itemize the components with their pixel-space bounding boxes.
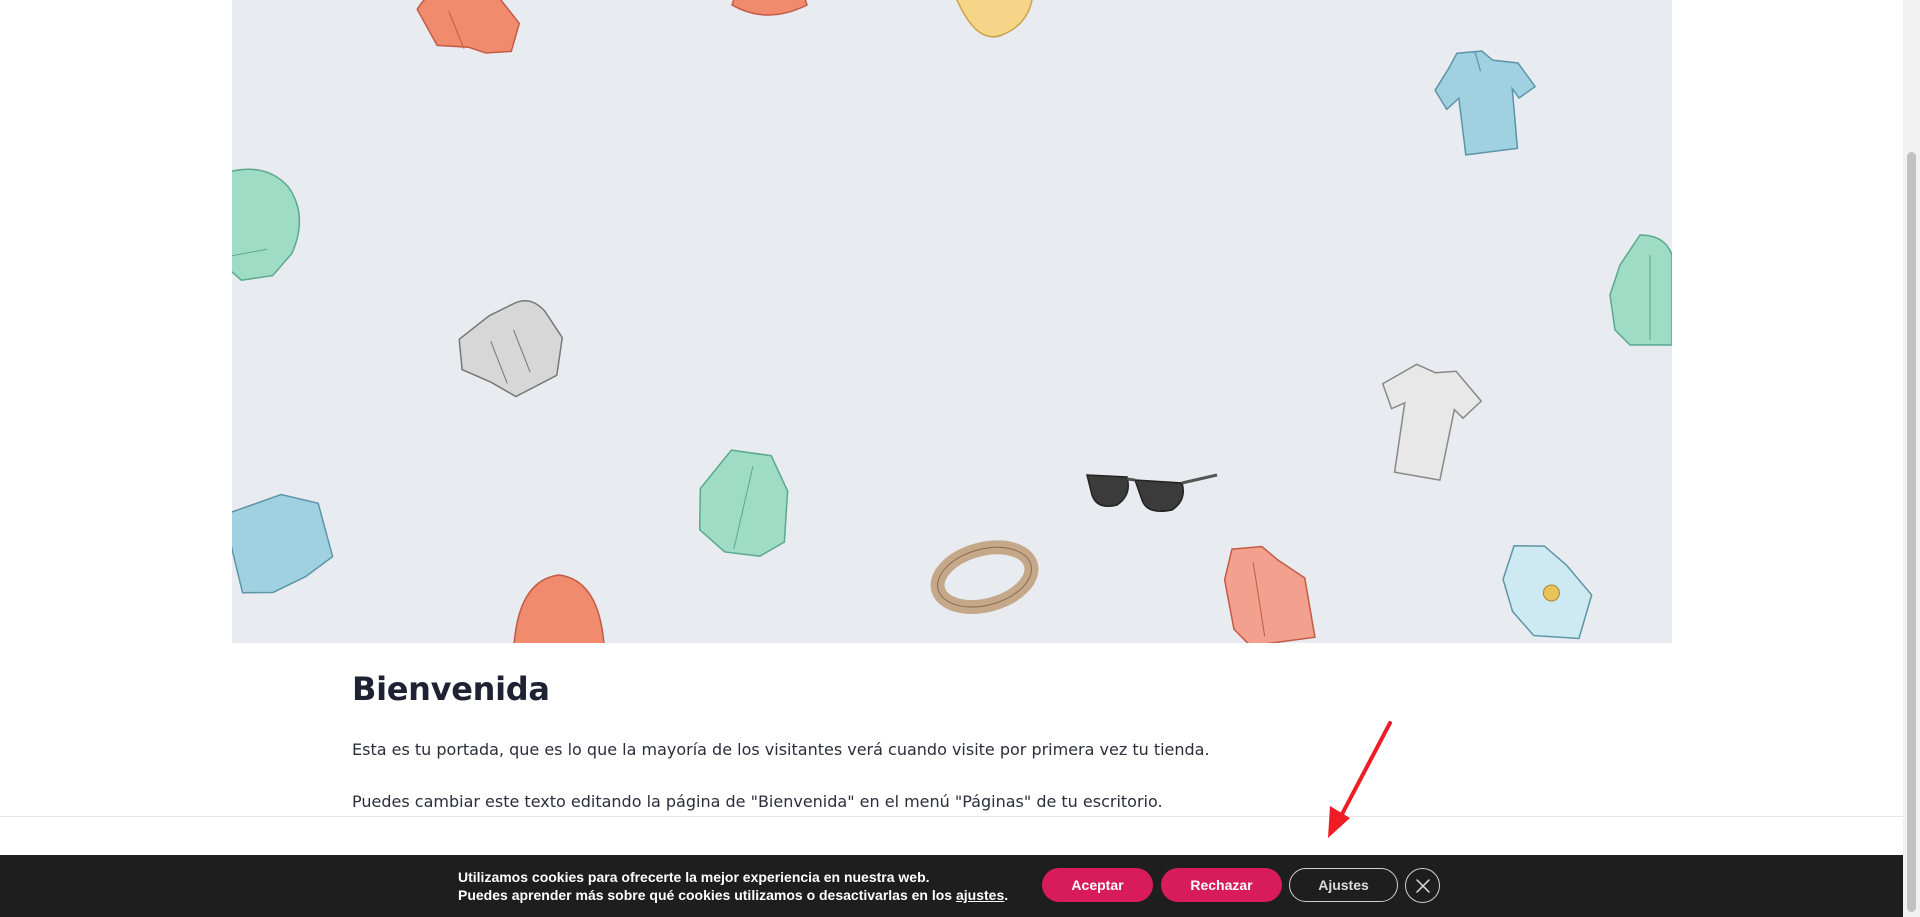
divider	[0, 816, 1903, 817]
green-hoodie-center-icon	[698, 449, 789, 557]
grey-hoodie-icon	[458, 299, 564, 398]
cookie-consent-bar: Utilizamos cookies para ofrecerte la mej…	[0, 855, 1903, 917]
cookie-message: Utilizamos cookies para ofrecerte la mej…	[458, 868, 1008, 904]
orange-jacket-icon	[416, 0, 521, 54]
welcome-section: Bienvenida Esta es tu portada, que es lo…	[352, 670, 1452, 811]
scrollbar-thumb[interactable]	[1907, 152, 1916, 912]
white-tshirt-icon	[1381, 363, 1483, 482]
blue-polo-icon	[1434, 50, 1537, 156]
red-beanie-icon	[513, 574, 605, 643]
page: Bienvenida Esta es tu portada, que es lo…	[0, 0, 1903, 917]
sunglasses-icon	[1086, 473, 1218, 512]
welcome-paragraph-1: Esta es tu portada, que es lo que la may…	[352, 740, 1210, 759]
close-icon	[1415, 878, 1430, 893]
hero-banner-image	[232, 0, 1672, 643]
belt-icon	[930, 540, 1039, 614]
close-cookie-bar-button[interactable]	[1405, 868, 1440, 903]
green-sweater-icon	[232, 168, 301, 281]
welcome-paragraph-2: Puedes cambiar este texto editando la pá…	[352, 792, 1163, 811]
reject-cookies-button[interactable]: Rechazar	[1161, 868, 1282, 902]
pink-hoodie-icon	[1223, 545, 1316, 643]
cookie-settings-button[interactable]: Ajustes	[1289, 868, 1398, 902]
cookie-message-line-2: Puedes aprender más sobre qué cookies ut…	[458, 886, 1008, 904]
cookie-message-line-2-prefix: Puedes aprender más sobre qué cookies ut…	[458, 887, 956, 903]
vertical-scrollbar[interactable]	[1903, 0, 1920, 917]
yellow-hat-icon	[956, 0, 1033, 38]
blue-hoodie-icon	[1502, 545, 1593, 640]
annotation-arrow-icon	[1328, 721, 1392, 838]
cookie-message-line-2-suffix: .	[1004, 887, 1009, 903]
page-title: Bienvenida	[352, 670, 550, 708]
accept-cookies-button[interactable]: Aceptar	[1042, 868, 1153, 902]
green-hoodie-icon	[1609, 234, 1672, 346]
cookie-message-line-1: Utilizamos cookies para ofrecerte la mej…	[458, 869, 930, 885]
cookie-settings-link[interactable]: ajustes	[956, 887, 1004, 903]
red-hat-icon	[731, 0, 808, 16]
blue-shirt-icon	[232, 493, 334, 594]
